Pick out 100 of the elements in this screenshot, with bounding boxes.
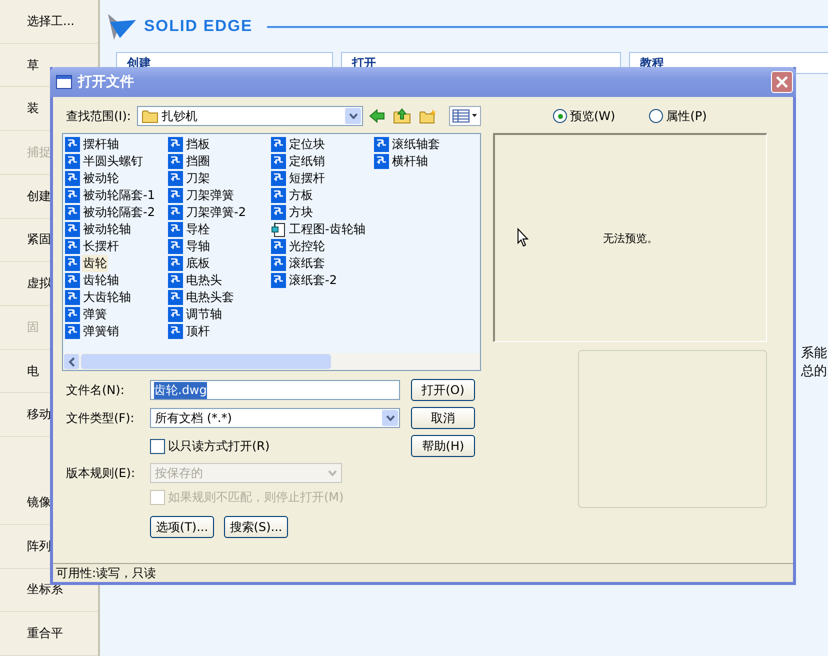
drawing-file-icon [271,222,286,237]
part-file-icon [168,222,183,237]
tool-label[interactable]: 虚拟 [27,275,51,292]
file-item[interactable]: 短摆杆 [271,170,326,187]
file-item[interactable]: 滚纸轴套 [374,136,441,153]
file-item[interactable]: 被动轮轴 [65,221,132,238]
part-file-icon [168,154,183,169]
view-option-radio[interactable]: 预览(W) [553,108,616,124]
horizontal-scrollbar[interactable] [63,353,480,370]
file-item[interactable]: 方板 [271,187,314,204]
file-item[interactable]: 被动轮隔套-1 [65,187,156,204]
view-menu-button[interactable] [449,106,481,126]
file-item[interactable]: 挡板 [168,136,211,153]
back-arrow-icon [369,109,385,123]
file-item[interactable]: 工程图-齿轮轴 [271,221,366,238]
file-item[interactable]: 光控轮 [271,238,326,255]
file-item[interactable]: 被动轮 [65,170,120,187]
tool-label[interactable]: 电 [27,362,39,380]
status-text: 可用性:读写，只读 [56,564,156,582]
read-only-checkbox[interactable]: 以只读方式打开(R) [150,438,400,454]
look-in-label: 查找范围(I): [66,108,132,124]
part-file-icon [65,137,80,152]
file-item[interactable]: 底板 [168,255,211,272]
part-file-icon [168,256,183,271]
part-file-icon [65,307,80,322]
file-item[interactable]: 弹簧销 [65,323,120,340]
file-item[interactable]: 挡圈 [168,153,211,170]
file-item[interactable]: 齿轮轴 [65,272,120,289]
file-item[interactable]: 方块 [271,204,314,221]
cancel-button[interactable]: 取消 [411,407,475,429]
tool-label[interactable]: 重合平 [27,625,63,642]
open-button[interactable]: 打开(O) [411,379,475,401]
tool-label[interactable]: 创建 [27,188,51,205]
part-file-icon [65,273,80,288]
file-item[interactable]: 电热头套 [168,289,235,306]
close-button[interactable] [771,71,793,93]
file-item[interactable]: 长摆杆 [65,238,120,255]
window-icon [56,75,72,89]
part-file-icon [271,137,286,152]
part-file-icon [271,256,286,271]
file-item[interactable]: 刀架 [168,170,211,187]
tool-label[interactable]: 草 [27,56,39,74]
file-item[interactable]: 滚纸套 [271,255,326,272]
file-item[interactable]: 弹簧 [65,306,108,323]
part-file-icon [168,290,183,305]
view-option-radio[interactable]: 属性(P) [649,108,707,124]
close-icon [776,76,788,88]
part-file-icon [271,273,286,288]
part-file-icon [168,188,183,203]
look-in-dropdown[interactable]: 扎钞机 [136,106,363,126]
file-item[interactable]: 顶杆 [168,323,211,340]
file-item[interactable]: 定位块 [271,136,326,153]
file-item[interactable]: 导栓 [168,221,211,238]
dialog-button[interactable]: 搜索(S)... [224,516,288,538]
file-item[interactable]: 电热头 [168,272,223,289]
file-item[interactable]: 刀架弹簧 [168,187,235,204]
part-file-icon [168,171,183,186]
file-item[interactable]: 半圆头螺钉 [65,153,144,170]
part-file-icon [65,256,80,271]
scrollbar-thumb[interactable] [81,354,331,369]
file-item[interactable]: 被动轮隔套-2 [65,204,156,221]
up-folder-icon [393,108,411,124]
tool-label[interactable]: 镜像 [27,494,51,512]
tool-label[interactable]: 阵列 [27,538,51,555]
scroll-left-icon [64,354,79,369]
file-item[interactable]: 摆杆轴 [65,136,120,153]
file-name-label: 文件名(N): [66,382,126,398]
part-file-icon [168,307,183,322]
file-item[interactable]: 刀架弹簧-2 [168,204,247,221]
view-menu-icon [452,109,478,123]
tool-label[interactable]: 移动 [27,406,51,424]
part-file-icon [65,205,80,220]
part-file-icon [271,205,286,220]
part-file-icon [65,171,80,186]
file-item[interactable]: 滚纸套-2 [271,272,338,289]
help-button[interactable]: 帮助(H) [411,435,475,457]
tool-label[interactable]: 紧固 [27,231,51,248]
part-file-icon [374,154,389,169]
file-item[interactable]: 大齿轮轴 [65,289,132,306]
tool-label[interactable]: 选择工... [27,12,74,30]
preview-message: 无法预览。 [603,230,658,246]
new-folder-icon [419,108,437,124]
part-file-icon [65,154,80,169]
file-type-dropdown[interactable]: 所有文档 (*.*) [150,408,400,428]
mouse-cursor-icon [517,228,529,247]
version-rule-label: 版本规则(E): [66,464,136,482]
part-file-icon [168,137,183,152]
part-file-icon [168,205,183,220]
file-item[interactable]: 定纸销 [271,153,326,170]
file-item[interactable]: 导轴 [168,238,211,255]
dialog-button[interactable]: 选项(T)... [150,516,214,538]
file-name-input[interactable]: 齿轮.dwg [150,380,400,400]
tool-label[interactable]: 装 [27,100,39,118]
part-file-icon [65,290,80,305]
file-item[interactable]: 调节轴 [168,306,223,323]
file-item[interactable]: 横杆轴 [374,153,429,170]
up-folder-button[interactable] [391,106,413,126]
back-button[interactable] [367,106,387,126]
part-file-icon [168,273,183,288]
part-file-icon [271,171,286,186]
